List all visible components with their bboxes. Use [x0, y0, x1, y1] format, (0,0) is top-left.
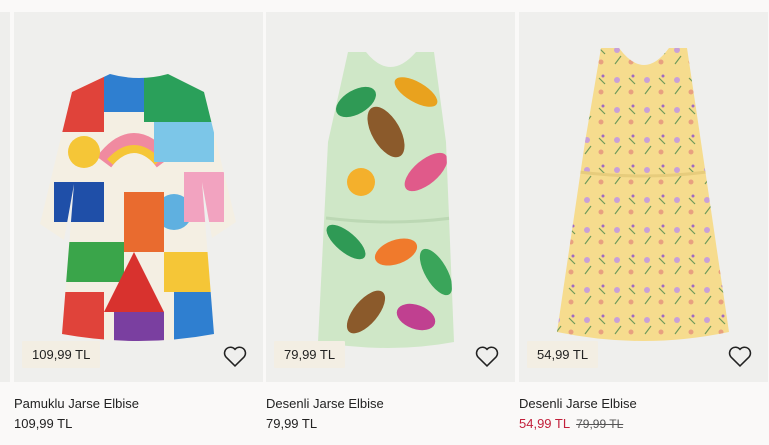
dress-image-colorful [40, 74, 236, 341]
price-sale: 54,99 TL [519, 416, 571, 431]
product-price: 109,99 TL [14, 416, 72, 431]
price-badge: 109,99 TL [22, 341, 101, 368]
product-price: 79,99 TL [266, 416, 317, 431]
product-image[interactable]: 54,99 TL [519, 12, 768, 382]
product-title[interactable]: Desenli Jarse Elbise [519, 396, 637, 411]
product-carousel: 109,99 TL Pamuklu Jarse Elbise 109,99 TL [0, 0, 769, 445]
price-current: 109,99 TL [14, 416, 73, 431]
product-card[interactable]: 109,99 TL [14, 12, 263, 382]
price-badge: 79,99 TL [274, 341, 346, 368]
product-image[interactable]: 109,99 TL [14, 12, 263, 382]
price-badge: 54,99 TL [527, 341, 599, 368]
product-price: 54,99 TL 79,99 TL [519, 416, 623, 431]
price-original: 79,99 TL [576, 417, 624, 431]
previous-product-edge[interactable] [0, 12, 10, 382]
product-title[interactable]: Pamuklu Jarse Elbise [14, 396, 139, 411]
product-card[interactable]: 54,99 TL [519, 12, 768, 382]
heart-icon[interactable] [221, 342, 249, 370]
price-current: 79,99 TL [266, 416, 318, 431]
heart-icon[interactable] [473, 342, 501, 370]
product-title[interactable]: Desenli Jarse Elbise [266, 396, 384, 411]
dress-image-leaves [318, 52, 454, 348]
dress-image-floral [557, 48, 729, 341]
product-image[interactable]: 79,99 TL [266, 12, 515, 382]
heart-icon[interactable] [726, 342, 754, 370]
product-card[interactable]: 79,99 TL [266, 12, 515, 382]
